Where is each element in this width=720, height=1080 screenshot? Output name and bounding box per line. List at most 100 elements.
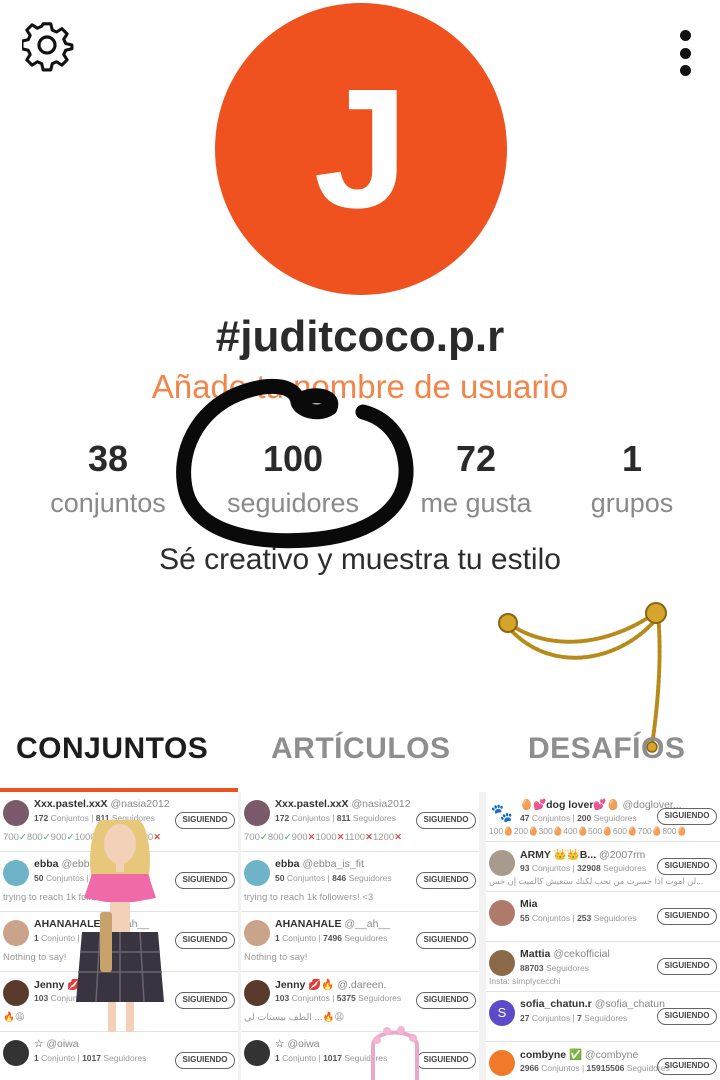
profile-tabs: CONJUNTOS ARTÍCULOS DESAFÍOS [0, 720, 720, 793]
user-stats: 27 Conjuntos | 7 Seguidores [520, 1013, 628, 1023]
stat-value: 38 [87, 438, 129, 479]
user-stats: 103 Conjuntos | 5375 Seguidores [34, 993, 161, 1003]
tab-items[interactable]: ARTÍCULOS [271, 732, 451, 766]
profile-stats: 38 conjuntos 100 seguidores 72 me gusta … [0, 438, 720, 528]
avatar [489, 900, 515, 926]
avatar [244, 800, 270, 826]
list-item: Xxx.pastel.xxX @nasia2012 172 Conjuntos … [0, 792, 238, 852]
list-item: 🐾 🥚💕dog lover💕🥚 @doglover... 47 Conjunto… [486, 792, 720, 842]
outfit-card[interactable]: Xxx.pastel.xxX @nasia2012 172 Conjuntos … [0, 792, 238, 1080]
following-button: SIGUIENDO [416, 812, 476, 829]
user-name: AHANAHALE @__ah__ [34, 918, 150, 930]
user-bio: trying to reach 1k followers! <3 [3, 892, 133, 903]
user-stats: 2966 Conjuntos | 15915506 Seguidores [520, 1063, 670, 1073]
avatar [3, 800, 29, 826]
following-button: SIGUIENDO [416, 932, 476, 949]
user-stats: 50 Conjuntos | 846 Seguidores [34, 873, 151, 883]
tab-outfits[interactable]: CONJUNTOS [16, 732, 208, 766]
stat-value: 100 [262, 438, 324, 479]
user-stats: 1 Conjunto | 7496 Seguidores [275, 933, 388, 943]
stat-likes[interactable]: 72 me gusta [386, 438, 566, 519]
user-bio: 🔥😩 [3, 1012, 25, 1023]
user-name: Xxx.pastel.xxX @nasia2012 [34, 798, 170, 810]
user-name: Jenny 💋🔥 @.dareen. [34, 979, 146, 991]
avatar [244, 920, 270, 946]
user-name: ARMY 👑👑B... @2007rm [520, 849, 646, 861]
user-stats: 47 Conjuntos | 200 Seguidores [520, 813, 637, 823]
avatar [244, 860, 270, 886]
user-name: 🥚💕dog lover💕🥚 @doglover... [520, 799, 682, 811]
outfit-card[interactable]: Xxx.pastel.xxX @nasia2012 172 Conjuntos … [241, 792, 479, 1080]
user-stats: 172 Conjuntos | 811 Seguidores [275, 813, 396, 823]
avatar [489, 850, 515, 876]
profile-bio: Sé creativo y muestra tu estilo [159, 543, 561, 576]
user-bio: لن اموت اذا خسرت من تحب لكنك ستعيش كالمي… [489, 876, 704, 886]
user-stats: 55 Conjuntos | 253 Seguidores [520, 913, 637, 923]
add-username-link[interactable]: Añade tu nombre de usuario [0, 368, 720, 406]
more-options-icon[interactable] [678, 30, 692, 76]
user-stats: 50 Conjuntos | 846 Seguidores [275, 873, 392, 883]
user-stats: 88703 Seguidores [520, 963, 590, 973]
avatar [3, 980, 29, 1006]
user-stats: 1 Conjunto | 7496 Seguidores [34, 933, 147, 943]
following-button: SIGUIENDO [657, 908, 717, 925]
user-name: Mattia @cekofficial [520, 948, 610, 960]
outfits-grid: Xxx.pastel.xxX @nasia2012 172 Conjuntos … [0, 792, 720, 1080]
following-button: SIGUIENDO [657, 958, 717, 975]
user-stats: 172 Conjuntos | 811 Seguidores [34, 813, 155, 823]
user-bio: 100🥚200🥚300🥚400🥚500🥚600🥚700🥚800🥚 [489, 826, 688, 836]
avatar[interactable]: J [215, 3, 507, 295]
profile-handle: #juditcoco.p.r [215, 312, 505, 361]
list-item: Xxx.pastel.xxX @nasia2012 172 Conjuntos … [241, 792, 479, 852]
stat-label: me gusta [420, 488, 532, 518]
tab-challenges[interactable]: DESAFÍOS [528, 732, 685, 766]
following-button: SIGUIENDO [657, 808, 717, 825]
user-name: Xxx.pastel.xxX @nasia2012 [275, 798, 411, 810]
stat-outfits[interactable]: 38 conjuntos [18, 438, 198, 519]
user-name: ☆ @oiwa [34, 1038, 79, 1050]
user-bio: Nothing to say! [3, 952, 67, 963]
avatar [244, 980, 270, 1006]
gear-icon[interactable] [22, 22, 74, 74]
following-button: SIGUIENDO [416, 1052, 476, 1069]
user-name: ☆ @oiwa [275, 1038, 320, 1050]
user-name: sofia_chatun.r @sofia_chatun [520, 998, 665, 1010]
list-item: ebba @ebba_is_fit 50 Conjuntos | 846 Seg… [0, 852, 238, 912]
user-name: AHANAHALE @__ah__ [275, 918, 391, 930]
user-stats: 1 Conjunto | 1017 Seguidores [34, 1053, 147, 1063]
following-button: SIGUIENDO [416, 992, 476, 1009]
following-button: SIGUIENDO [175, 932, 235, 949]
avatar: S [489, 1000, 515, 1026]
stat-groups[interactable]: 1 grupos [542, 438, 720, 519]
avatar [3, 860, 29, 886]
following-button: SIGUIENDO [175, 872, 235, 889]
stat-label: seguidores [226, 488, 360, 518]
following-button: SIGUIENDO [657, 1008, 717, 1025]
list-item: ☆ @oiwa 1 Conjunto | 1017 Seguidores SIG… [241, 1032, 479, 1080]
list-item: AHANAHALE @__ah__ 1 Conjunto | 7496 Segu… [0, 912, 238, 972]
list-item: Mattia @cekofficial 88703 Seguidores Ins… [486, 942, 720, 992]
user-bio: trying to reach 1k followers! <3 [244, 892, 374, 903]
avatar [489, 1050, 515, 1076]
stat-followers[interactable]: 100 seguidores [203, 438, 383, 519]
following-button: SIGUIENDO [657, 1058, 717, 1075]
following-button: SIGUIENDO [416, 872, 476, 889]
avatar [3, 1040, 29, 1066]
user-name: ebba @ebba_is_fit [34, 858, 123, 870]
outfit-card[interactable]: 🐾 🥚💕dog lover💕🥚 @doglover... 47 Conjunto… [486, 792, 720, 1080]
following-button: SIGUIENDO [657, 858, 717, 875]
user-name: ebba @ebba_is_fit [275, 858, 364, 870]
stat-label: conjuntos [50, 488, 166, 518]
following-button: SIGUIENDO [175, 1052, 235, 1069]
avatar [244, 1040, 270, 1066]
following-button: SIGUIENDO [175, 812, 235, 829]
avatar [489, 950, 515, 976]
user-bio: الطف بيستات لي ...🔥😩 [244, 1012, 345, 1023]
list-item: Jenny 💋🔥 @.dareen. 103 Conjuntos | 5375 … [0, 972, 238, 1032]
list-item: Mia 55 Conjuntos | 253 Seguidores SIGUIE… [486, 892, 720, 942]
paw-icon: 🐾 [489, 800, 515, 826]
list-item: ARMY 👑👑B... @2007rm 93 Conjuntos | 32908… [486, 842, 720, 892]
list-item: Jenny 💋🔥 @.dareen. 103 Conjuntos | 5375 … [241, 972, 479, 1032]
avatar [3, 920, 29, 946]
list-item: S sofia_chatun.r @sofia_chatun 27 Conjun… [486, 992, 720, 1042]
